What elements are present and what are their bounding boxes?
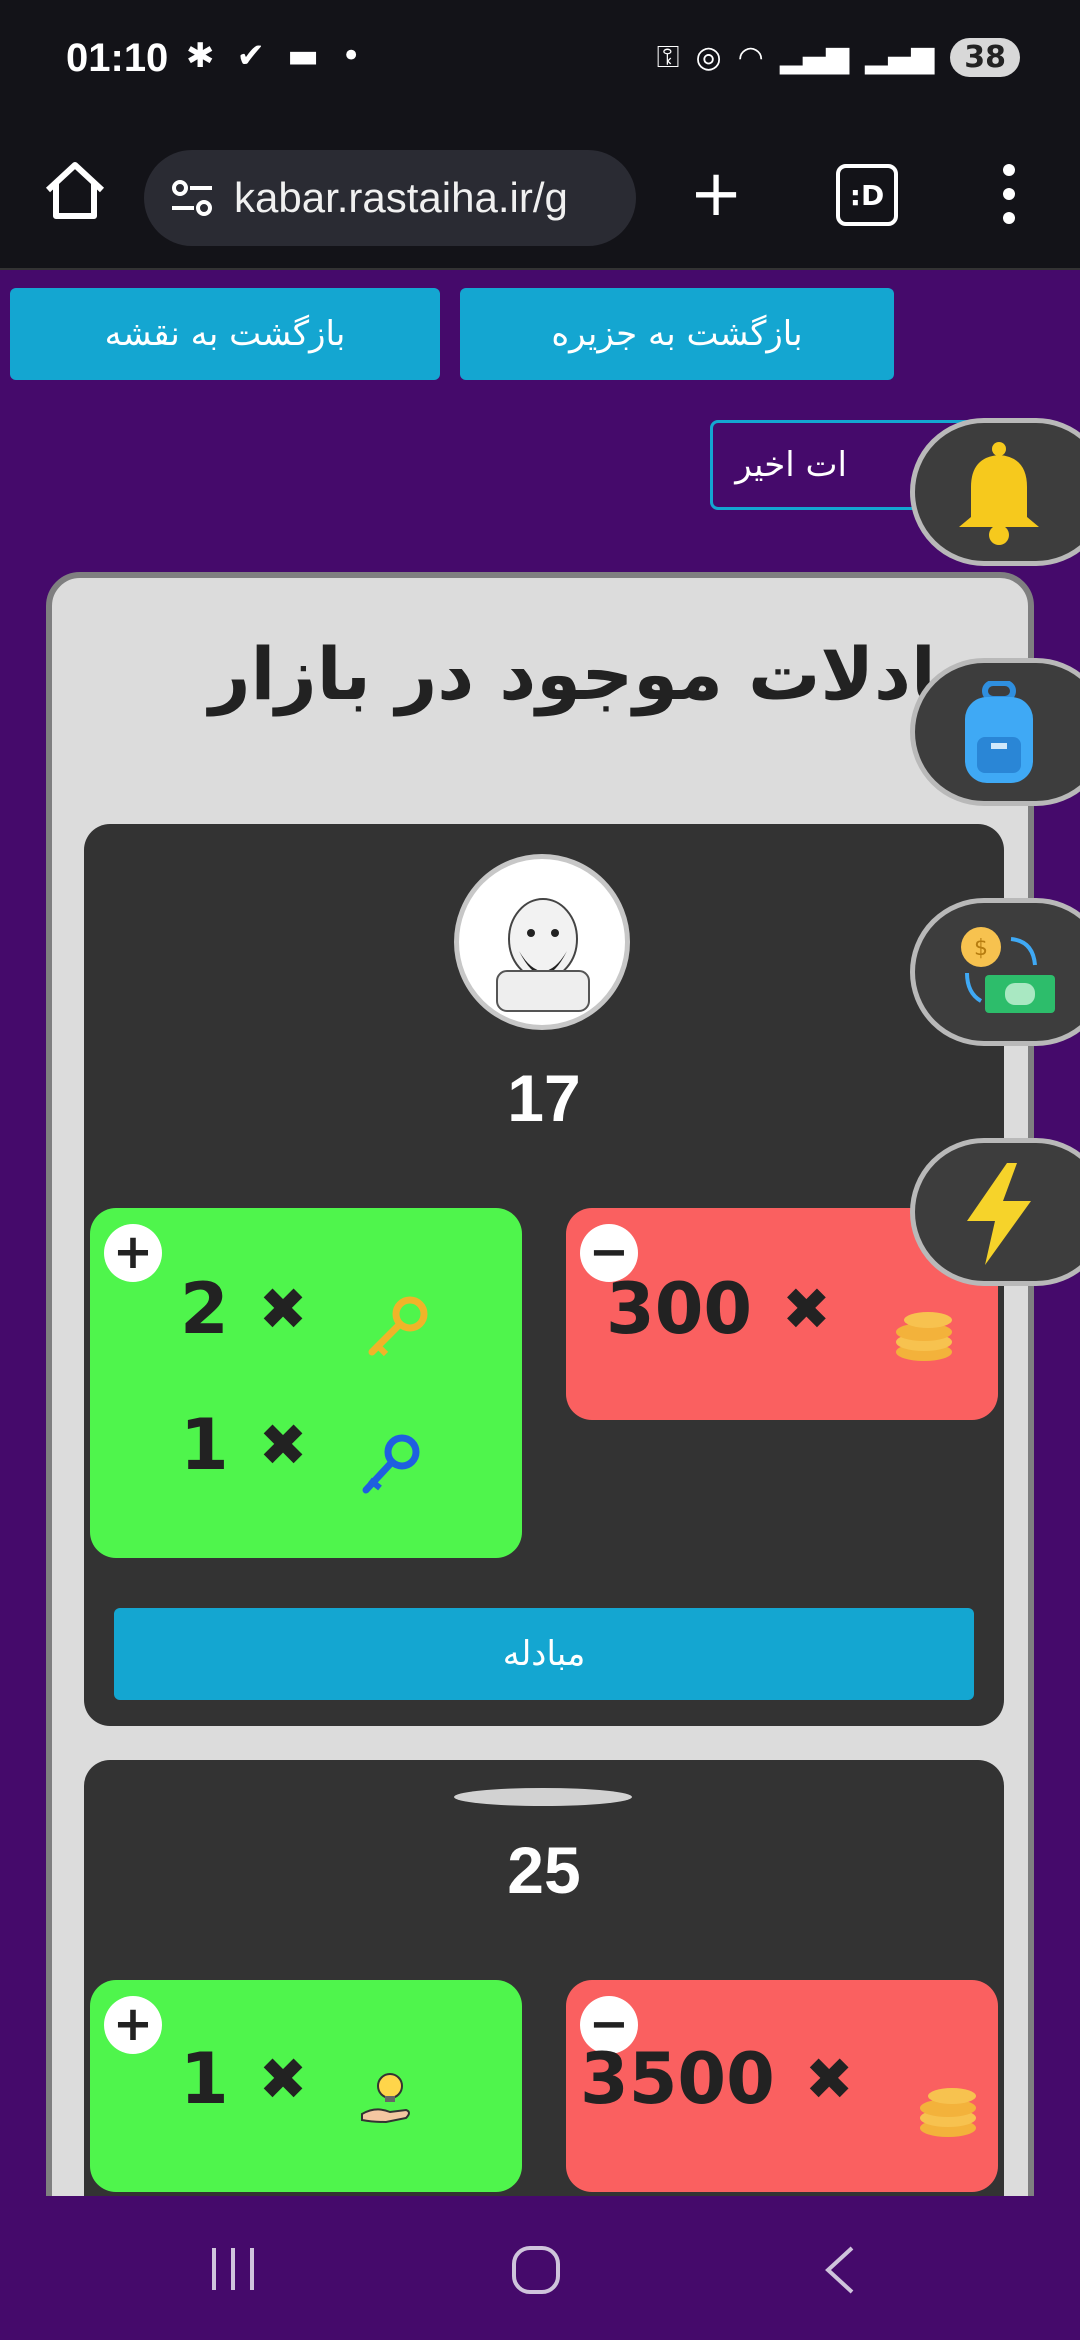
status-time: 01:10 bbox=[66, 36, 169, 80]
back-nav-icon[interactable] bbox=[820, 2244, 860, 2296]
coins-icon bbox=[896, 1312, 952, 1361]
address-bar[interactable]: kabar.rastaiha.ir/g bbox=[144, 150, 636, 246]
plus-icon: + bbox=[104, 1224, 162, 1282]
lightning-icon bbox=[967, 1163, 1031, 1265]
tab-switcher-icon[interactable]: :D bbox=[836, 164, 898, 226]
recent-trades-label: ات اخیر bbox=[735, 445, 847, 485]
idea-hand-icon bbox=[361, 2073, 410, 2124]
hotspot-icon: ◎ bbox=[695, 40, 722, 75]
wifi-icon: ◠ bbox=[737, 40, 764, 75]
recent-apps-icon[interactable] bbox=[208, 2244, 258, 2294]
blue-key-icon bbox=[362, 1434, 420, 1494]
give-item-row: 1 ✖ bbox=[180, 1404, 307, 1486]
home-nav-icon[interactable] bbox=[510, 2244, 562, 2296]
bluetooth-icon: ✱ bbox=[186, 36, 215, 76]
page-title: مبادلات موجود در بازار bbox=[209, 632, 1012, 716]
notifications-button[interactable] bbox=[910, 418, 1080, 566]
backpack-icon bbox=[965, 681, 1033, 783]
exchange-button[interactable]: مبادله bbox=[114, 1608, 974, 1700]
avatar-drawing-icon bbox=[496, 898, 590, 1012]
exchange-icon: $ bbox=[961, 927, 1055, 1013]
key-icon: ⚿ bbox=[656, 40, 680, 75]
status-system-icons: ⚿ ◎ ◠ ▂▄▆ ▂▄▆ 38 bbox=[657, 38, 1020, 77]
new-tab-icon[interactable]: + bbox=[686, 162, 746, 226]
get-item-row: 300 ✖ bbox=[606, 1268, 831, 1350]
url-text: kabar.rastaiha.ir/g bbox=[234, 174, 568, 221]
status-notification-icons: ✱ ✔ ▬ • bbox=[186, 36, 361, 76]
site-settings-icon[interactable] bbox=[168, 174, 216, 222]
dot-icon: • bbox=[341, 36, 362, 76]
svg-text:$: $ bbox=[974, 936, 988, 961]
system-nav-bar bbox=[0, 2196, 1080, 2340]
multiply-icon: ✖ bbox=[258, 2045, 308, 2113]
offer-number: 17 bbox=[507, 1061, 581, 1135]
give-items-box: + 1 ✖ bbox=[90, 1980, 522, 2192]
signal-icon-2: ▂▄▆ bbox=[865, 40, 935, 75]
gold-key-icon bbox=[368, 1296, 428, 1357]
avatar bbox=[454, 854, 630, 1030]
offer-number: 25 bbox=[507, 1833, 581, 1907]
exchange-shortcut-button[interactable]: $ bbox=[910, 898, 1080, 1046]
item-quantity: 1 bbox=[180, 2038, 229, 2120]
market-panel: مبادلات موجود در بازار 17 + 2 ✖ 1 ✖ − 30… bbox=[46, 572, 1034, 2332]
multiply-icon: ✖ bbox=[258, 1275, 308, 1343]
item-quantity: 2 bbox=[180, 1268, 229, 1350]
back-to-island-button[interactable]: بازگشت به جزیره bbox=[460, 288, 894, 380]
signal-icon: ▂▄▆ bbox=[779, 40, 850, 75]
multiply-icon: ✖ bbox=[804, 2045, 854, 2113]
plus-icon: + bbox=[104, 1996, 162, 2054]
give-items-box: + 2 ✖ 1 ✖ bbox=[90, 1208, 522, 1558]
energy-button[interactable] bbox=[910, 1138, 1080, 1286]
more-menu-icon[interactable] bbox=[994, 158, 1024, 230]
give-item-row: 2 ✖ bbox=[180, 1268, 307, 1350]
give-item-row: 1 ✖ bbox=[180, 2038, 307, 2120]
offer-card: 17 + 2 ✖ 1 ✖ − 300 ✖ مبادله bbox=[84, 824, 1004, 1726]
multiply-icon: ✖ bbox=[782, 1275, 831, 1343]
item-quantity: 300 bbox=[606, 1268, 753, 1350]
item-quantity: 3500 bbox=[580, 2038, 775, 2120]
multiply-icon: ✖ bbox=[258, 1411, 308, 1479]
back-to-map-button[interactable]: بازگشت به نقشه bbox=[10, 288, 440, 380]
home-icon[interactable] bbox=[40, 156, 110, 226]
battery-indicator: 38 bbox=[950, 38, 1020, 77]
bell-icon bbox=[959, 442, 1039, 545]
check-icon: ✔ bbox=[236, 36, 266, 76]
get-items-box: − 3500 ✖ bbox=[566, 1980, 998, 2192]
item-quantity: 1 bbox=[180, 1404, 229, 1486]
inventory-button[interactable] bbox=[910, 658, 1080, 806]
avatar bbox=[454, 1788, 632, 1806]
get-item-row: 3500 ✖ bbox=[580, 2038, 853, 2120]
equals-icon: ▬ bbox=[287, 36, 320, 76]
status-bar: 01:10 ✱ ✔ ▬ • ⚿ ◎ ◠ ▂▄▆ ▂▄▆ 38 bbox=[0, 0, 1080, 128]
browser-toolbar: kabar.rastaiha.ir/g + :D bbox=[0, 128, 1080, 270]
coins-icon bbox=[920, 2088, 976, 2137]
